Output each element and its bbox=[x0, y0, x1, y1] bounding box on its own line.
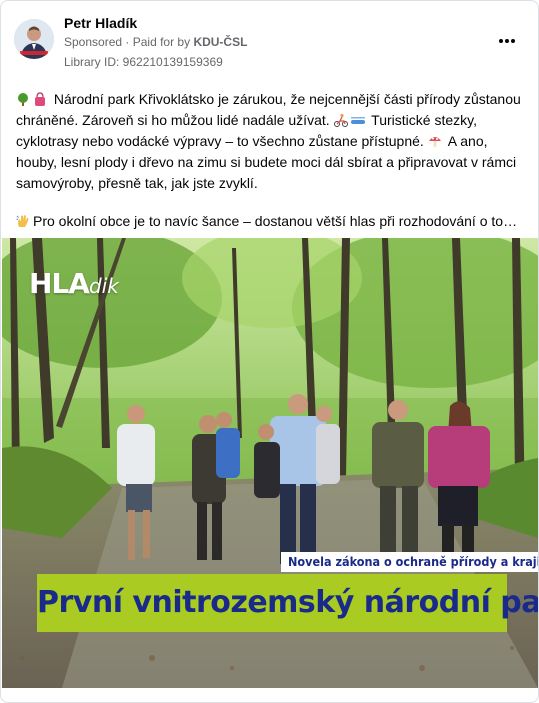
author-avatar[interactable] bbox=[14, 19, 54, 59]
image-headline: První vnitrozemský národní park bbox=[37, 574, 538, 632]
image-subtitle: Novela zákona o ochraně přírody a krajin… bbox=[281, 552, 538, 572]
paragraph-1: Národní park Křivoklátsko je zárukou, že… bbox=[16, 89, 528, 194]
paragraph-2-text: Pro okolní obce je to navíc šance – dost… bbox=[33, 213, 528, 229]
author-name[interactable]: Petr Hladík bbox=[64, 15, 137, 31]
waving-hand-icon bbox=[16, 215, 29, 227]
ad-image[interactable]: HLAdik Novela zákona o ochraně přírody a… bbox=[2, 238, 538, 688]
mushroom-icon bbox=[428, 137, 441, 147]
shopping-bag-icon bbox=[35, 92, 45, 106]
more-options-icon[interactable] bbox=[495, 29, 519, 53]
cyclist-icon bbox=[333, 113, 348, 127]
sponsor-line: Sponsored · Paid for by KDU-ČSL bbox=[64, 35, 247, 49]
paid-for-by-link[interactable]: KDU-ČSL bbox=[193, 35, 247, 49]
post-header: Petr Hladík Sponsored · Paid for by KDU-… bbox=[1, 1, 538, 76]
ad-post-card: Petr Hladík Sponsored · Paid for by KDU-… bbox=[0, 0, 539, 703]
kayak-icon bbox=[350, 117, 365, 124]
paid-for-prefix: · Paid for by bbox=[125, 35, 191, 49]
library-id: Library ID: 962210139159369 bbox=[64, 55, 223, 69]
tree-icon bbox=[18, 93, 28, 106]
sponsored-label: Sponsored bbox=[64, 35, 123, 49]
paragraph-2: Pro okolní obce je to navíc šance – dost… bbox=[16, 211, 528, 232]
post-text: Národní park Křivoklátsko je zárukou, že… bbox=[16, 89, 528, 232]
hladik-logo: HLAdik bbox=[29, 267, 119, 300]
